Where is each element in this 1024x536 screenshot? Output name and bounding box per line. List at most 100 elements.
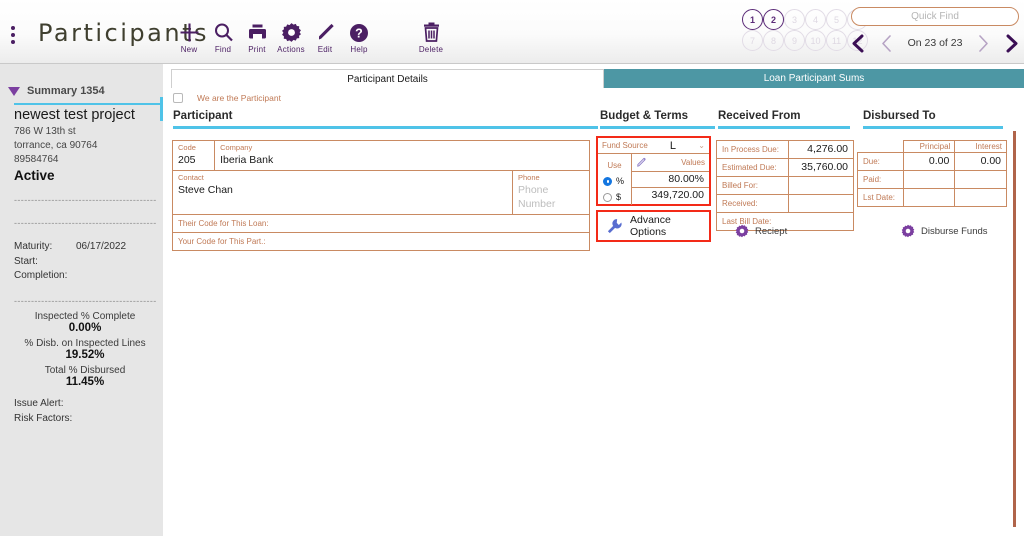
use-percent-option[interactable]: %	[598, 173, 631, 189]
project-account-number: 89584764	[14, 154, 59, 165]
due-principal-cell[interactable]: 0.00	[902, 152, 956, 171]
gear-icon	[901, 224, 915, 238]
billed-for-label: Billed For:	[722, 180, 759, 190]
table-row: Principal Interest	[858, 140, 1007, 153]
page-circle-7[interactable]: 7	[742, 30, 763, 51]
tab-participant-details[interactable]: Participant Details	[171, 69, 604, 88]
dollar-value[interactable]: 349,720.00	[632, 188, 709, 204]
percent-radio[interactable]	[603, 176, 612, 186]
top-toolbar: Participants New Find Print Actions Edit…	[0, 0, 1024, 64]
your-code-label: Your Code for This Part.:	[178, 236, 266, 246]
paid-label-cell: Paid:	[857, 170, 904, 189]
quick-find-input[interactable]: Quick Find	[851, 7, 1019, 26]
page-circle-9[interactable]: 9	[784, 30, 805, 51]
metric-inspected-complete-value: 0.00%	[68, 321, 102, 334]
help-button[interactable]: ? Help	[342, 21, 376, 54]
billed-for-value-cell[interactable]	[788, 176, 854, 195]
due-interest-cell[interactable]: 0.00	[954, 152, 1007, 171]
previous-record-icon[interactable]	[880, 34, 893, 53]
reciept-button[interactable]: Reciept	[735, 224, 787, 238]
phone-cell[interactable]: Phone Phone Number	[513, 171, 589, 214]
kebab-menu-icon[interactable]	[11, 26, 15, 44]
we-are-participant-checkbox[interactable]	[173, 93, 183, 103]
paid-principal-cell[interactable]	[902, 170, 956, 189]
metric-disb-inspected-lines: % Disb. on Inspected Lines 19.52%	[14, 338, 156, 361]
collapse-triangle-icon[interactable]	[8, 86, 20, 96]
sidebar-header[interactable]: Summary 1354	[8, 85, 105, 97]
page-circle-1[interactable]: 1	[742, 9, 763, 30]
received-label: Received:	[722, 198, 758, 208]
in-process-due-value-cell[interactable]: 4,276.00	[788, 140, 854, 159]
code-cell[interactable]: Code 205	[171, 140, 216, 171]
advance-options-highlight: Advance Options	[596, 210, 711, 242]
chevron-down-icon: ⌄	[698, 141, 705, 150]
interest-column-header: Interest	[975, 142, 1002, 151]
page-circle-5[interactable]: 5	[826, 9, 847, 30]
pencil-icon	[632, 157, 647, 168]
print-button[interactable]: Print	[240, 21, 274, 54]
fund-source-dropdown[interactable]: Fund Source L ⌄	[598, 138, 709, 154]
principal-header-cell: Principal	[902, 140, 956, 153]
next-record-icon[interactable]	[977, 34, 990, 53]
estimated-due-value-cell[interactable]: 35,760.00	[788, 158, 854, 177]
paid-interest-cell[interactable]	[954, 170, 1007, 189]
percent-option-label: %	[616, 176, 625, 186]
page-circle-4[interactable]: 4	[805, 9, 826, 30]
page-circle-8[interactable]: 8	[763, 30, 784, 51]
interest-header-cell: Interest	[954, 140, 1007, 153]
new-button[interactable]: New	[172, 21, 206, 54]
dollar-radio[interactable]	[603, 192, 612, 202]
edit-button[interactable]: Edit	[308, 21, 342, 54]
find-button[interactable]: Find	[206, 21, 240, 54]
section-participant-rule	[173, 126, 598, 129]
due-principal-value: 0.00	[928, 155, 950, 167]
their-code-cell[interactable]: Their Code for This Loan:	[172, 214, 590, 233]
page-circle-11[interactable]: 11	[826, 30, 847, 51]
first-record-icon[interactable]	[850, 34, 865, 53]
disbursed-to-table: Principal Interest Due: 0.00 0.00 Paid: …	[857, 140, 1007, 207]
table-row: Estimated Due: 35,760.00	[716, 158, 854, 177]
lst-date-principal-cell[interactable]	[902, 188, 956, 207]
estimated-due-label-cell: Estimated Due:	[716, 158, 789, 177]
risk-factors-label: Risk Factors:	[14, 412, 73, 424]
lst-date-label: Lst Date:	[863, 192, 896, 202]
section-received-from-title: Received From	[718, 110, 801, 122]
table-row: Their Code for This Loan:	[172, 214, 590, 233]
use-label: Use	[607, 161, 622, 170]
actions-button[interactable]: Actions	[274, 21, 308, 54]
advance-options-button[interactable]: Advance Options	[598, 212, 709, 240]
fund-source-body: Use % $ Values 80.00% 349,720.00	[598, 154, 709, 205]
project-address: 786 W 13th st	[14, 126, 76, 137]
tab-loan-participant-sums[interactable]: Loan Participant Sums	[604, 69, 1024, 88]
contact-cell[interactable]: Contact Steve Chan	[173, 171, 513, 214]
last-record-icon[interactable]	[1005, 34, 1020, 53]
sidebar-header-rule	[14, 103, 163, 105]
received-value-cell[interactable]	[788, 194, 854, 213]
table-row: In Process Due: 4,276.00	[716, 140, 854, 159]
wrench-icon	[606, 218, 623, 235]
company-cell[interactable]: Company Iberia Bank	[214, 140, 590, 171]
page-circle-2[interactable]: 2	[763, 9, 784, 30]
phone-value: Phone Number	[518, 184, 556, 210]
table-row: Paid:	[857, 170, 1007, 189]
page-circle-10[interactable]: 10	[805, 30, 826, 51]
estimated-due-label: Estimated Due:	[722, 162, 777, 172]
use-dollar-option[interactable]: $	[598, 189, 631, 205]
section-received-from-rule	[718, 126, 850, 129]
plus-icon	[179, 21, 200, 44]
summary-sidebar: Summary 1354 newest test project 786 W 1…	[0, 64, 163, 536]
contact-label: Contact	[178, 173, 204, 182]
empty-corner-cell	[858, 141, 904, 153]
company-label: Company	[220, 143, 253, 152]
disburse-funds-button[interactable]: Disburse Funds	[901, 224, 988, 238]
delete-button[interactable]: Delete	[414, 21, 448, 54]
percent-value[interactable]: 80.00%	[632, 172, 709, 188]
page-circle-3[interactable]: 3	[784, 9, 805, 30]
your-code-cell[interactable]: Your Code for This Part.:	[172, 232, 590, 251]
use-column: Use % $	[598, 154, 632, 205]
due-label-cell: Due:	[857, 152, 904, 171]
lst-date-interest-cell[interactable]	[954, 188, 1007, 207]
divider-dashes-3: ----------------------------------------…	[14, 295, 156, 306]
start-row: Start:	[14, 255, 156, 270]
dollar-option-label: $	[616, 192, 622, 202]
